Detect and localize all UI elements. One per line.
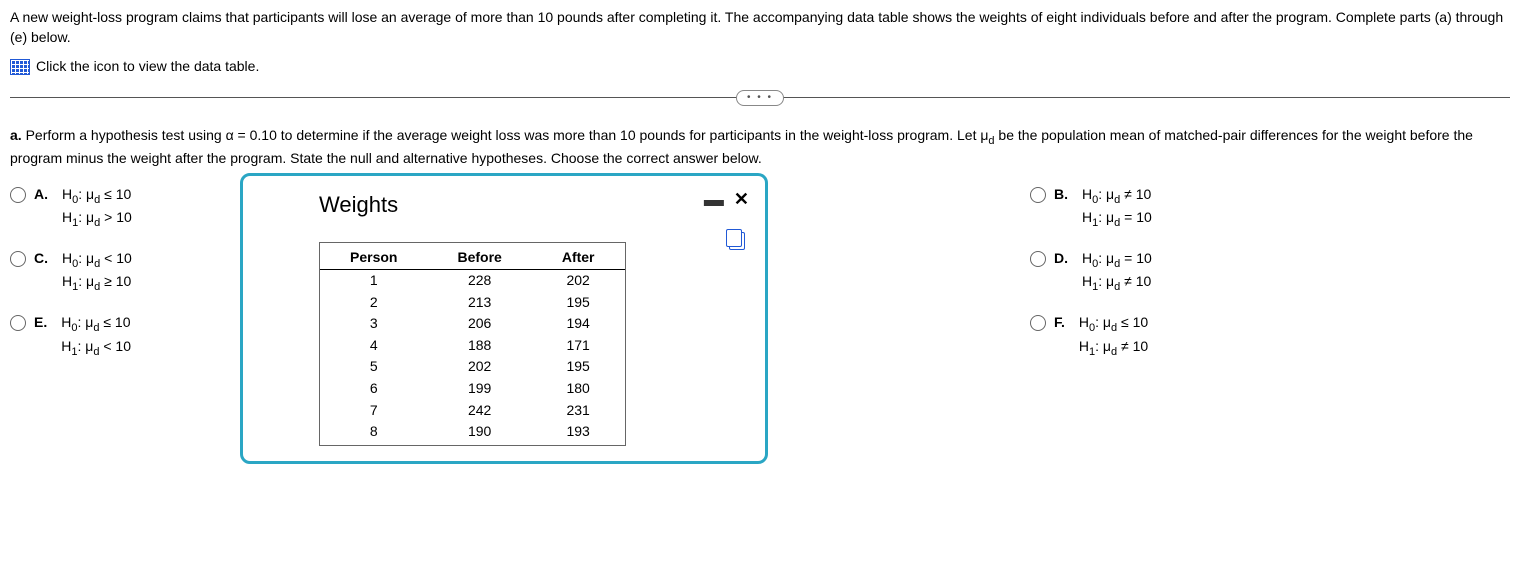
table-row: 8190193 — [320, 421, 625, 443]
cell: 202 — [532, 269, 625, 291]
copy-icon[interactable] — [729, 232, 745, 250]
radio-a[interactable] — [10, 187, 26, 203]
option-a-h1: H1: μd > 10 — [62, 208, 132, 231]
option-b-h0: H0: μd ≠ 10 — [1082, 185, 1152, 208]
option-d-h0: H0: μd = 10 — [1082, 249, 1152, 272]
table-outer: Person Before After 1228202 2213195 3206… — [319, 242, 626, 445]
option-f-label: F. — [1054, 313, 1065, 333]
more-button[interactable]: • • • — [736, 90, 784, 106]
radio-f[interactable] — [1030, 315, 1046, 331]
cell: 194 — [532, 313, 625, 335]
data-table-link-row: Click the icon to view the data table. — [10, 57, 1510, 77]
option-f[interactable]: F. H0: μd ≤ 10 H1: μd ≠ 10 — [1030, 313, 1510, 359]
radio-c[interactable] — [10, 251, 26, 267]
option-c-h1: H1: μd ≥ 10 — [62, 272, 132, 295]
close-icon[interactable]: ✕ — [734, 187, 749, 212]
cell: 8 — [320, 421, 427, 443]
cell: 193 — [532, 421, 625, 443]
cell: 3 — [320, 313, 427, 335]
table-body: 1228202 2213195 3206194 4188171 5202195 … — [320, 269, 625, 442]
option-b[interactable]: B. H0: μd ≠ 10 H1: μd = 10 — [1030, 185, 1510, 231]
cell: 188 — [427, 335, 531, 357]
col-before: Before — [427, 247, 531, 269]
cell: 6 — [320, 378, 427, 400]
popup-body: Person Before After 1228202 2213195 3206… — [259, 242, 749, 451]
option-c-label: C. — [34, 249, 48, 269]
question-a: a. Perform a hypothesis test using α = 0… — [10, 126, 1510, 169]
table-row: 6199180 — [320, 378, 625, 400]
cell: 2 — [320, 292, 427, 314]
cell: 195 — [532, 292, 625, 314]
cell: 7 — [320, 400, 427, 422]
option-d-h1: H1: μd ≠ 10 — [1082, 272, 1152, 295]
cell: 199 — [427, 378, 531, 400]
data-table-link[interactable]: Click the icon to view the data table. — [36, 57, 259, 77]
minimize-icon[interactable]: ▬ — [704, 186, 724, 214]
table-row: 4188171 — [320, 335, 625, 357]
cell: 4 — [320, 335, 427, 357]
option-d[interactable]: D. H0: μd = 10 H1: μd ≠ 10 — [1030, 249, 1510, 295]
cell: 231 — [532, 400, 625, 422]
option-e-h1: H1: μd < 10 — [61, 337, 131, 360]
option-f-h1: H1: μd ≠ 10 — [1079, 337, 1148, 360]
cell: 206 — [427, 313, 531, 335]
table-icon[interactable] — [10, 59, 30, 75]
table-header-row: Person Before After — [320, 247, 625, 269]
cell: 195 — [532, 356, 625, 378]
question-a-text1: Perform a hypothesis test using α = 0.10… — [26, 127, 989, 143]
weights-popup: Weights ▬ ✕ Person Before After — [240, 173, 768, 465]
table-row: 3206194 — [320, 313, 625, 335]
options-wrap: A. H0: μd ≤ 10 H1: μd > 10 B. H0: μd ≠ 1… — [10, 185, 1510, 360]
option-b-h1: H1: μd = 10 — [1082, 208, 1152, 231]
cell: 202 — [427, 356, 531, 378]
option-e-label: E. — [34, 313, 47, 333]
radio-b[interactable] — [1030, 187, 1046, 203]
radio-d[interactable] — [1030, 251, 1046, 267]
option-a-h0: H0: μd ≤ 10 — [62, 185, 132, 208]
col-person: Person — [320, 247, 427, 269]
cell: 213 — [427, 292, 531, 314]
option-a-label: A. — [34, 185, 48, 205]
col-after: After — [532, 247, 625, 269]
radio-e[interactable] — [10, 315, 26, 331]
cell: 171 — [532, 335, 625, 357]
intro-text: A new weight-loss program claims that pa… — [10, 8, 1510, 47]
table-row: 2213195 — [320, 292, 625, 314]
popup-title: Weights — [259, 186, 398, 225]
weights-table: Person Before After 1228202 2213195 3206… — [320, 247, 625, 442]
question-a-prefix: a. — [10, 127, 26, 143]
cell: 1 — [320, 269, 427, 291]
option-e-h0: H0: μd ≤ 10 — [61, 313, 131, 336]
cell: 242 — [427, 400, 531, 422]
cell: 228 — [427, 269, 531, 291]
option-c-h0: H0: μd < 10 — [62, 249, 132, 272]
table-row: 1228202 — [320, 269, 625, 291]
popup-header: Weights ▬ ✕ — [259, 186, 749, 225]
table-row: 7242231 — [320, 400, 625, 422]
cell: 180 — [532, 378, 625, 400]
option-b-label: B. — [1054, 185, 1068, 205]
option-f-h0: H0: μd ≤ 10 — [1079, 313, 1148, 336]
option-d-label: D. — [1054, 249, 1068, 269]
popup-controls: ▬ ✕ — [704, 186, 749, 214]
table-row: 5202195 — [320, 356, 625, 378]
cell: 190 — [427, 421, 531, 443]
cell: 5 — [320, 356, 427, 378]
